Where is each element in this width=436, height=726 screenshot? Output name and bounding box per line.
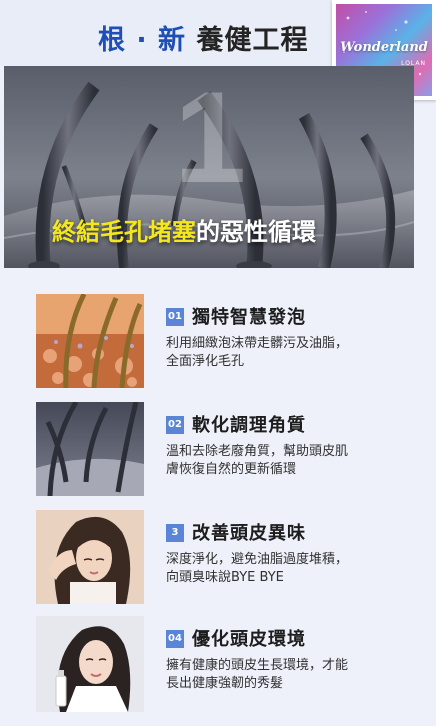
feature-description-line: 溫和去除老廢角質，幫助頭皮肌: [166, 444, 349, 459]
scalp-follicle-image: [36, 402, 144, 496]
feature-description: 深度淨化，避免油脂過度堆積， 向頭臭味說BYE BYE: [166, 551, 406, 587]
feature-description-line: 向頭臭味說BYE BYE: [166, 570, 284, 585]
hero-headline-highlight: 終結毛孔堵塞: [52, 218, 196, 246]
woman-with-product-image: [36, 616, 144, 712]
feature-title: 優化頭皮環境: [192, 629, 306, 650]
hero-headline-rest: 的惡性循環: [196, 218, 316, 246]
feature-description-line: 擁有健康的頭皮生長環境，才能: [166, 658, 349, 673]
page-title: 根 · 新 養健工程: [98, 18, 308, 57]
feature-title: 軟化調理角質: [192, 415, 306, 436]
feature-description-line: 膚恢復自然的更新循環: [166, 462, 297, 477]
feature-card-4: 04 優化頭皮環境 擁有健康的頭皮生長環境，才能 長出健康強韌的秀髮: [0, 616, 436, 726]
feature-card-3: 3 改善頭皮異味 深度淨化，避免油脂過度堆積， 向頭臭味說BYE BYE: [0, 510, 436, 620]
feature-description-line: 深度淨化，避免油脂過度堆積，: [166, 552, 349, 567]
feature-description-line: 全面淨化毛孔: [166, 354, 245, 369]
page-title-blue: 根 · 新: [98, 25, 187, 56]
woman-smelling-hair-image: [36, 510, 144, 604]
feature-description-line: 利用細緻泡沫帶走髒污及油脂，: [166, 336, 349, 351]
feature-badge: 01: [166, 308, 184, 326]
page-title-dark: 養健工程: [196, 25, 309, 56]
feature-card-1: 01 獨特智慧發泡 利用細緻泡沫帶走髒污及油脂， 全面淨化毛孔: [0, 294, 436, 404]
feature-title: 獨特智慧發泡: [192, 307, 306, 328]
feature-title: 改善頭皮異味: [192, 523, 306, 544]
hero-headline: 終結毛孔堵塞的惡性循環: [52, 212, 316, 247]
hero-number: 1: [174, 66, 247, 210]
logo-wordmark: Wonderland: [340, 40, 428, 55]
feature-badge: 04: [166, 630, 184, 648]
feature-badge: 02: [166, 416, 184, 434]
foam-follicle-image: [36, 294, 144, 388]
feature-description: 利用細緻泡沫帶走髒污及油脂， 全面淨化毛孔: [166, 335, 406, 371]
feature-description-line: 長出健康強韌的秀髮: [166, 676, 284, 691]
feature-badge: 3: [166, 524, 184, 542]
feature-description: 擁有健康的頭皮生長環境，才能 長出健康強韌的秀髮: [166, 657, 406, 693]
feature-description: 溫和去除老廢角質，幫助頭皮肌 膚恢復自然的更新循環: [166, 443, 406, 479]
feature-card-2: 02 軟化調理角質 溫和去除老廢角質，幫助頭皮肌 膚恢復自然的更新循環: [0, 402, 436, 512]
